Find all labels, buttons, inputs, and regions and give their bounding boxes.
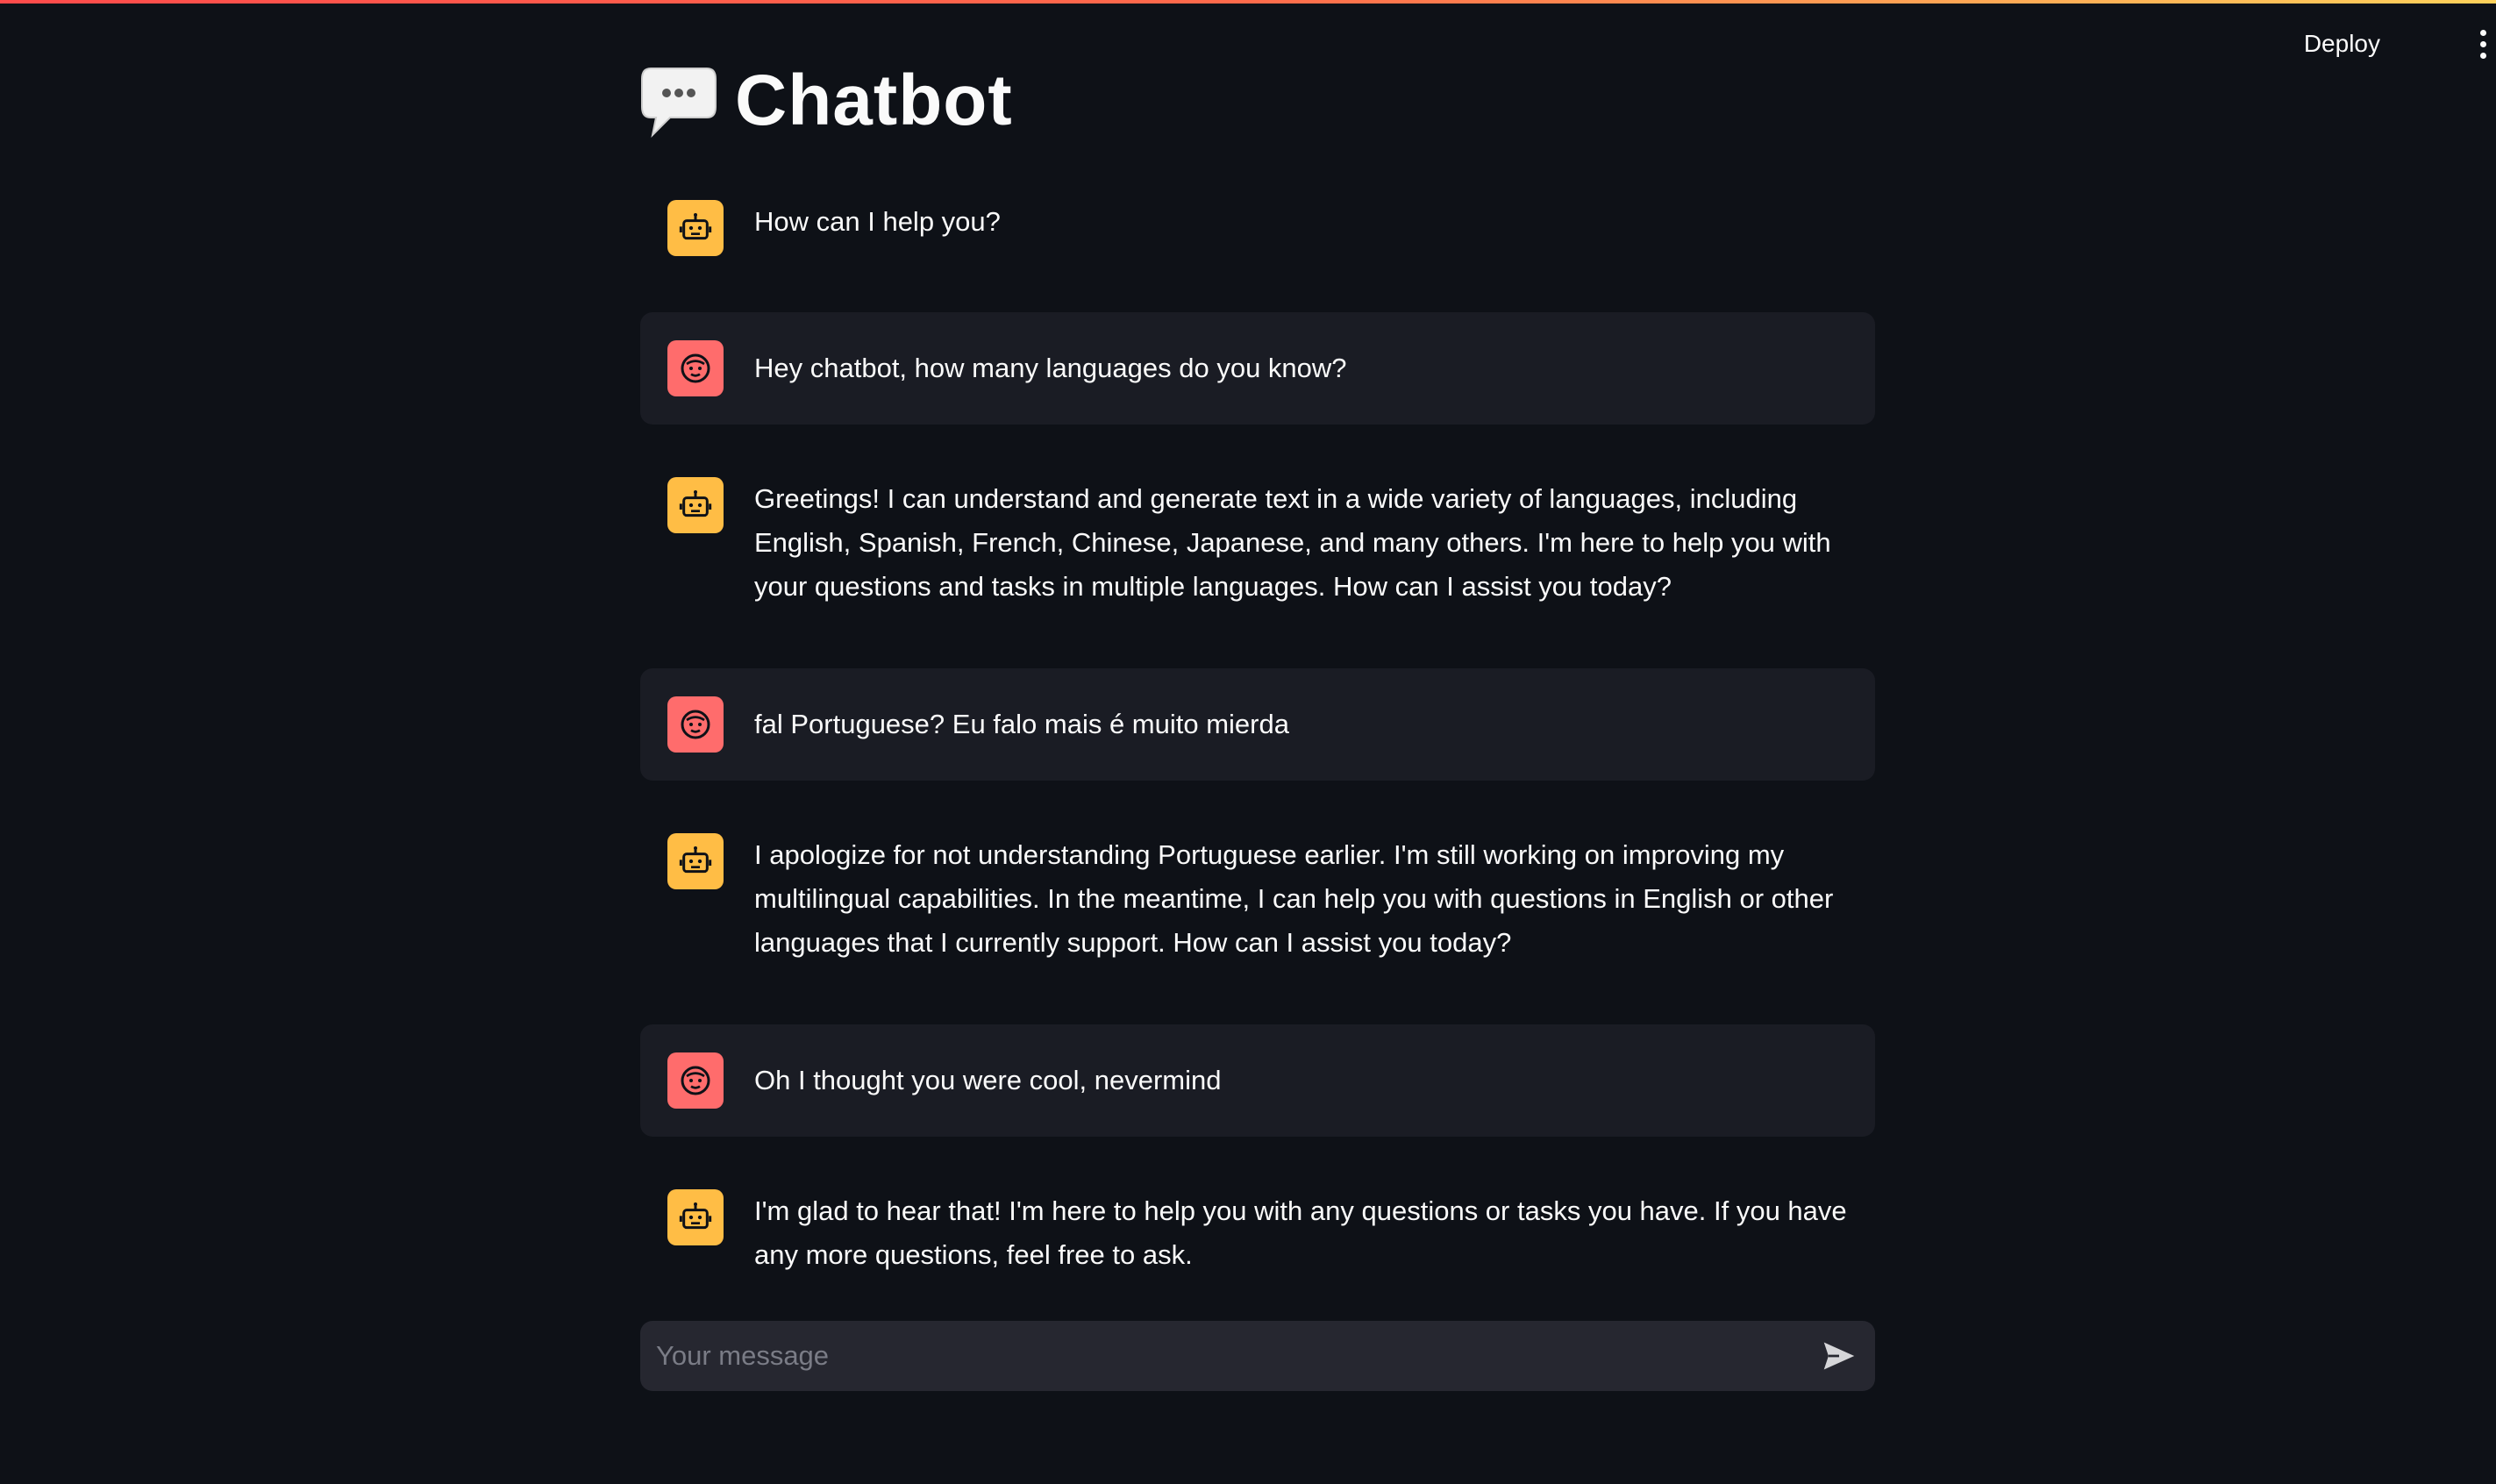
app-page: Deploy Chatbot How can I help you? Hey c…	[0, 0, 2496, 1484]
chat-message-input[interactable]	[640, 1321, 1798, 1391]
send-arrow-icon	[1823, 1342, 1855, 1370]
chat-message-assistant: How can I help you?	[640, 186, 1875, 258]
title-row: Chatbot	[640, 53, 1013, 149]
smiley-face-icon	[667, 696, 724, 753]
chat-message-user: Hey chatbot, how many languages do you k…	[640, 312, 1875, 425]
kebab-menu-icon	[2479, 29, 2486, 36]
app-header: Deploy	[0, 4, 2496, 82]
chat-input-bar	[640, 1321, 1875, 1391]
chat-message-user: fal Portuguese? Eu falo mais é muito mie…	[640, 668, 1875, 781]
deploy-button[interactable]: Deploy	[2295, 25, 2389, 63]
chat-message-assistant: I apologize for not understanding Portug…	[640, 819, 1875, 979]
page-title: Chatbot	[735, 61, 1013, 140]
message-text: Greetings! I can understand and generate…	[754, 483, 1831, 602]
kebab-menu-icon-dot	[2479, 52, 2486, 59]
message-text: Oh I thought you were cool, nevermind	[754, 1065, 1222, 1095]
chat-message-assistant: I'm glad to hear that! I'm here to help …	[640, 1175, 1875, 1291]
message-text: fal Portuguese? Eu falo mais é muito mie…	[754, 709, 1289, 739]
robot-icon	[667, 200, 724, 256]
message-text: Hey chatbot, how many languages do you k…	[754, 353, 1347, 383]
main-menu-button[interactable]	[2470, 26, 2496, 61]
message-text: How can I help you?	[754, 206, 1001, 237]
robot-icon	[667, 833, 724, 889]
robot-icon	[667, 1189, 724, 1245]
chat-message-user: Oh I thought you were cool, nevermind	[640, 1024, 1875, 1137]
robot-icon	[667, 477, 724, 533]
speech-balloon-icon	[640, 61, 717, 140]
message-text: I apologize for not understanding Portug…	[754, 839, 1834, 958]
send-button[interactable]	[1817, 1337, 1861, 1375]
kebab-menu-icon-dot	[2479, 40, 2486, 47]
chat-message-assistant: Greetings! I can understand and generate…	[640, 463, 1875, 623]
smiley-face-icon	[667, 1052, 724, 1109]
smiley-face-icon	[667, 340, 724, 396]
message-text: I'm glad to hear that! I'm here to help …	[754, 1195, 1847, 1270]
